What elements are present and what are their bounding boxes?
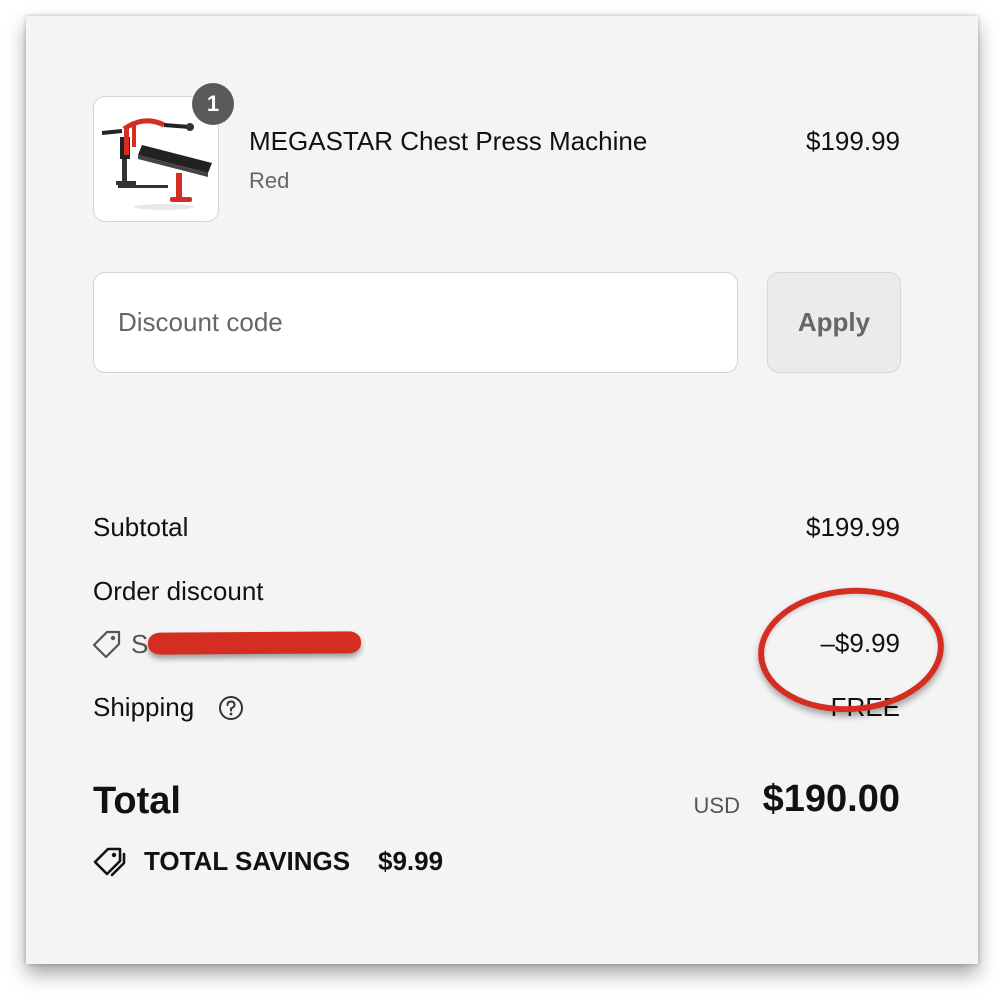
total-savings-value: $9.99 (378, 846, 444, 876)
order-discount-label: Order discount (93, 576, 264, 606)
savings-tag-icon (93, 847, 126, 877)
currency-code: USD (693, 793, 740, 818)
subtotal-value: $199.99 (806, 512, 900, 542)
discount-value: –$9.99 (820, 628, 900, 658)
question-help-icon[interactable] (218, 695, 244, 721)
product-price: $199.99 (806, 126, 900, 156)
tag-icon (93, 630, 121, 658)
apply-button[interactable]: Apply (767, 272, 901, 373)
product-name: MEGASTAR Chest Press Machine (249, 126, 648, 156)
shipping-value: FREE (830, 692, 900, 722)
discount-code-text: S (131, 629, 149, 659)
total-savings-label: TOTAL SAVINGS (144, 846, 351, 876)
shipping-label: Shipping (93, 692, 195, 722)
subtotal-label: Subtotal (93, 512, 189, 542)
total-label: Total (93, 780, 181, 822)
product-variant: Red (249, 168, 290, 193)
total-value: $190.00 (762, 778, 900, 820)
discount-code-input[interactable] (93, 272, 738, 373)
redaction-mark (147, 631, 362, 655)
quantity-badge: 1 (192, 83, 234, 125)
